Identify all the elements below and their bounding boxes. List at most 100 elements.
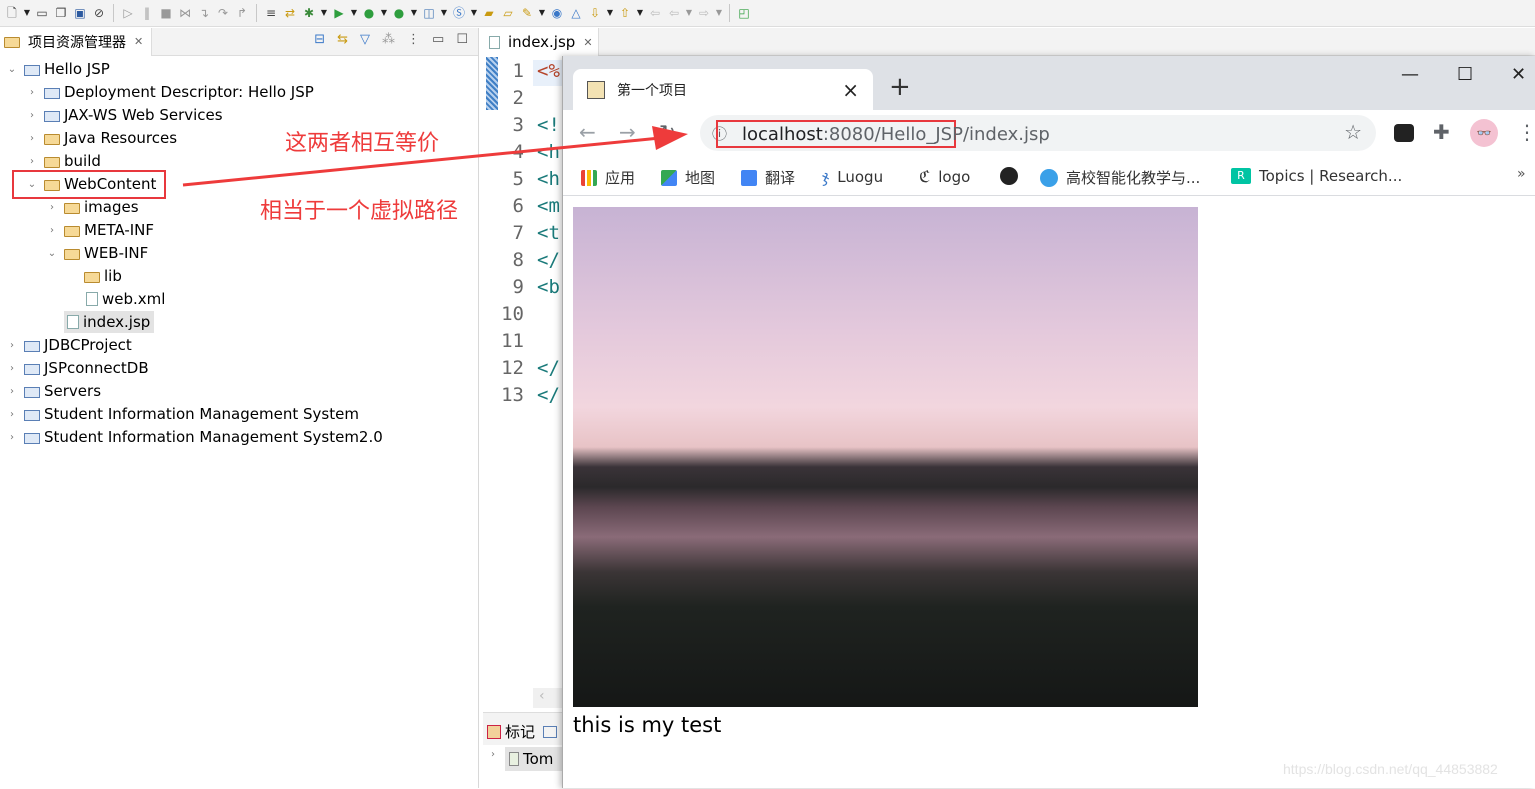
open-perspective-icon[interactable]: ◰ [736, 5, 752, 21]
step-into-icon[interactable]: ↴ [196, 5, 212, 21]
prev-annotation-icon[interactable]: ⇧ [617, 5, 633, 21]
maximize-icon[interactable]: ☐ [1457, 64, 1473, 85]
save-all-icon[interactable]: ❐ [53, 5, 69, 21]
extension-icon[interactable] [1394, 124, 1414, 142]
debug-icon[interactable]: ✱ [301, 5, 317, 21]
next-annotation-icon[interactable]: ⇩ [587, 5, 603, 21]
external-tools-icon[interactable]: ● [391, 5, 407, 21]
chevron-right-icon[interactable]: › [491, 749, 495, 760]
chevron-right-icon[interactable]: › [6, 432, 18, 443]
chevron-down-icon[interactable]: ▼ [350, 5, 358, 21]
code-line[interactable]: <% [537, 60, 560, 82]
close-icon[interactable]: ✕ [583, 36, 592, 49]
open-folder-icon[interactable]: ▱ [500, 5, 516, 21]
code-line[interactable]: </ [537, 384, 560, 406]
chevron-down-icon[interactable]: ▼ [606, 5, 614, 21]
code-line[interactable]: <m [537, 195, 560, 217]
search-icon[interactable]: ✎ [519, 5, 535, 21]
chevron-right-icon[interactable]: › [26, 87, 38, 98]
chevron-down-icon[interactable]: ▼ [320, 5, 328, 21]
bookmark-researchgate[interactable]: R Topics | Research... [1231, 167, 1402, 185]
tree-item-index-jsp[interactable]: index.jsp [64, 311, 155, 333]
chevron-right-icon[interactable]: › [6, 386, 18, 397]
tree-item-sims2[interactable]: › Student Information Management System2.… [6, 426, 383, 448]
run-config-icon[interactable]: ● [361, 5, 377, 21]
extensions-puzzle-icon[interactable]: ✚ [1433, 120, 1450, 144]
chevron-down-icon[interactable]: ▼ [538, 5, 546, 21]
use-step-filters-icon[interactable]: ≡ [263, 5, 279, 21]
close-window-icon[interactable]: ✕ [1511, 64, 1526, 85]
tree-item-build[interactable]: › build [26, 150, 101, 172]
chevron-right-icon[interactable]: › [26, 133, 38, 144]
web-browser-icon[interactable]: ◉ [549, 5, 565, 21]
chevron-down-icon[interactable]: ▼ [440, 5, 448, 21]
chevron-right-icon[interactable]: › [26, 110, 38, 121]
chevron-down-icon[interactable]: ⌄ [6, 64, 18, 75]
focus-icon[interactable]: ⁂ [382, 32, 395, 47]
chevron-right-icon[interactable]: › [6, 363, 18, 374]
chevron-down-icon[interactable]: ▼ [715, 5, 723, 21]
minimize-icon[interactable]: ▭ [432, 32, 444, 47]
tree-item-lib[interactable]: lib [84, 265, 122, 287]
tree-item-images[interactable]: › images [46, 196, 139, 218]
tree-item-deployment-descriptor[interactable]: › Deployment Descriptor: Hello JSP [26, 81, 314, 103]
link-with-editor-icon[interactable]: ⇆ [337, 32, 348, 47]
profile-avatar[interactable]: 👓 [1470, 119, 1498, 147]
chevron-down-icon[interactable]: ▼ [380, 5, 388, 21]
filter-icon[interactable]: ▽ [360, 32, 370, 47]
new-tab-icon[interactable]: + [889, 72, 911, 102]
chevron-down-icon[interactable]: ▼ [470, 5, 478, 21]
chevron-down-icon[interactable]: ▼ [685, 5, 693, 21]
markers-tab[interactable]: 标记 [487, 721, 558, 742]
close-icon[interactable]: ✕ [134, 35, 143, 48]
url-text[interactable]: localhost:8080/Hello_JSP/index.jsp [716, 120, 1050, 148]
tree-item-meta-inf[interactable]: › META-INF [46, 219, 154, 241]
run-icon[interactable]: ▶ [331, 5, 347, 21]
tree-item-web-inf[interactable]: ⌄ WEB-INF [46, 242, 149, 264]
code-line[interactable]: <b [537, 276, 560, 298]
reload-icon[interactable]: ↻ [659, 120, 676, 144]
bookmark-github[interactable] [1000, 167, 1018, 185]
chevron-right-icon[interactable]: › [46, 225, 58, 236]
minimize-icon[interactable]: — [1401, 64, 1419, 85]
tree-item-jspconnectdb[interactable]: › JSPconnectDB [6, 357, 149, 379]
terminate-icon[interactable]: ■ [158, 5, 174, 21]
more-bookmarks-icon[interactable]: » [1517, 166, 1526, 182]
code-line[interactable]: <h [537, 168, 560, 190]
bookmark-translate[interactable]: 翻译 [741, 167, 795, 188]
back-icon[interactable]: ⇦ [666, 5, 682, 21]
tree-item-hello-jsp[interactable]: ⌄ Hello JSP [6, 58, 110, 80]
server-item[interactable]: Tom [505, 747, 563, 771]
maximize-icon[interactable]: ☐ [456, 32, 468, 47]
browser-tab[interactable]: 第一个项目 × [573, 69, 873, 110]
view-menu-icon[interactable]: ⋮ [407, 32, 420, 47]
step-return-icon[interactable]: ↱ [234, 5, 250, 21]
tree-item-web-xml[interactable]: web.xml [86, 288, 165, 310]
editor-tab-index-jsp[interactable]: index.jsp ✕ [483, 28, 599, 56]
bookmark-logo[interactable]: ℭlogo [919, 167, 970, 186]
menu-icon[interactable]: ⋮ [1517, 120, 1535, 144]
explorer-tab[interactable]: 项目资源管理器 ✕ [0, 27, 153, 56]
tree-item-jax-ws[interactable]: › JAX-WS Web Services [26, 104, 223, 126]
disconnect-icon[interactable]: ⋈ [177, 5, 193, 21]
close-icon[interactable]: × [842, 78, 859, 102]
chevron-right-icon[interactable]: › [6, 409, 18, 420]
bookmark-apps[interactable]: 应用 [581, 167, 635, 188]
resume-icon[interactable]: ▷ [120, 5, 136, 21]
chevron-down-icon[interactable]: ⌄ [46, 248, 58, 259]
forward-icon[interactable]: ⇨ [696, 5, 712, 21]
bookmark-luogu[interactable]: ჯ Luogu [822, 167, 883, 186]
collapse-all-icon[interactable]: ⊟ [314, 32, 325, 47]
bookmark-star-icon[interactable]: ☆ [1344, 120, 1362, 144]
code-line[interactable]: </ [537, 357, 560, 379]
new-spring-icon[interactable]: Ⓢ [451, 5, 467, 21]
console-icon[interactable]: ▣ [72, 5, 88, 21]
chevron-down-icon[interactable]: ▼ [636, 5, 644, 21]
drop-to-frame-icon[interactable]: ⇄ [282, 5, 298, 21]
chevron-right-icon[interactable]: › [26, 156, 38, 167]
web-service-icon[interactable]: △ [568, 5, 584, 21]
code-line[interactable]: <h [537, 141, 560, 163]
tree-item-jdbcproject[interactable]: › JDBCProject [6, 334, 132, 356]
new-server-icon[interactable]: ◫ [421, 5, 437, 21]
tree-item-servers[interactable]: › Servers [6, 380, 101, 402]
